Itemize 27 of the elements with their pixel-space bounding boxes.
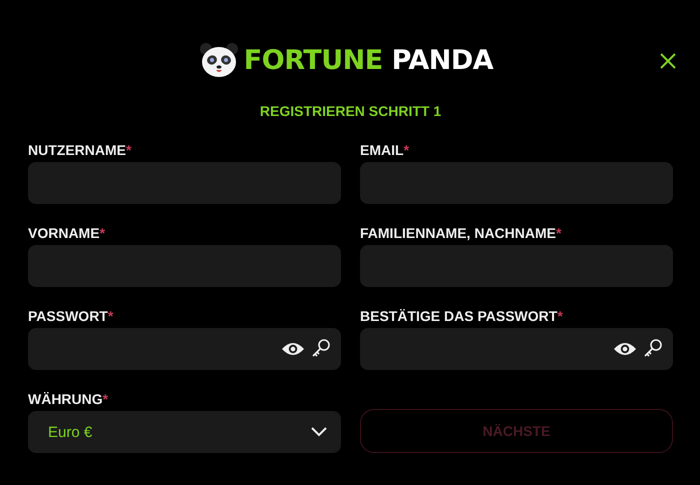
logo-text: FORTUNE PANDA bbox=[244, 44, 494, 76]
currency-dropdown[interactable]: Euro € bbox=[28, 411, 341, 453]
password-field[interactable] bbox=[28, 328, 341, 370]
input-field[interactable] bbox=[360, 162, 673, 204]
chevron-down-icon bbox=[311, 427, 327, 437]
eye-icon[interactable] bbox=[613, 341, 637, 357]
field-label: VORNAME bbox=[28, 225, 100, 241]
field-label: FAMILIENNAME, NACHNAME bbox=[360, 225, 556, 241]
field-label: NUTZERNAME bbox=[28, 142, 126, 158]
required-mark: * bbox=[557, 308, 563, 324]
required-mark: * bbox=[556, 225, 562, 241]
required-mark: * bbox=[404, 142, 410, 158]
input-field[interactable] bbox=[28, 162, 341, 204]
input-field[interactable] bbox=[360, 245, 673, 287]
field-label: EMAIL bbox=[360, 142, 404, 158]
panda-icon bbox=[198, 40, 240, 80]
required-mark: * bbox=[108, 308, 114, 324]
required-mark: * bbox=[126, 142, 132, 158]
input-field[interactable] bbox=[28, 245, 341, 287]
required-mark: * bbox=[100, 225, 106, 241]
eye-icon[interactable] bbox=[281, 341, 305, 357]
field-label: WÄHRUNG bbox=[28, 391, 103, 407]
step-heading: REGISTRIEREN SCHRITT 1 bbox=[258, 102, 442, 120]
field-label: BESTÄTIGE DAS PASSWORT bbox=[360, 308, 558, 324]
password-field[interactable] bbox=[360, 328, 673, 370]
required-mark: * bbox=[102, 391, 108, 407]
field-label: PASSWORT bbox=[28, 308, 108, 324]
